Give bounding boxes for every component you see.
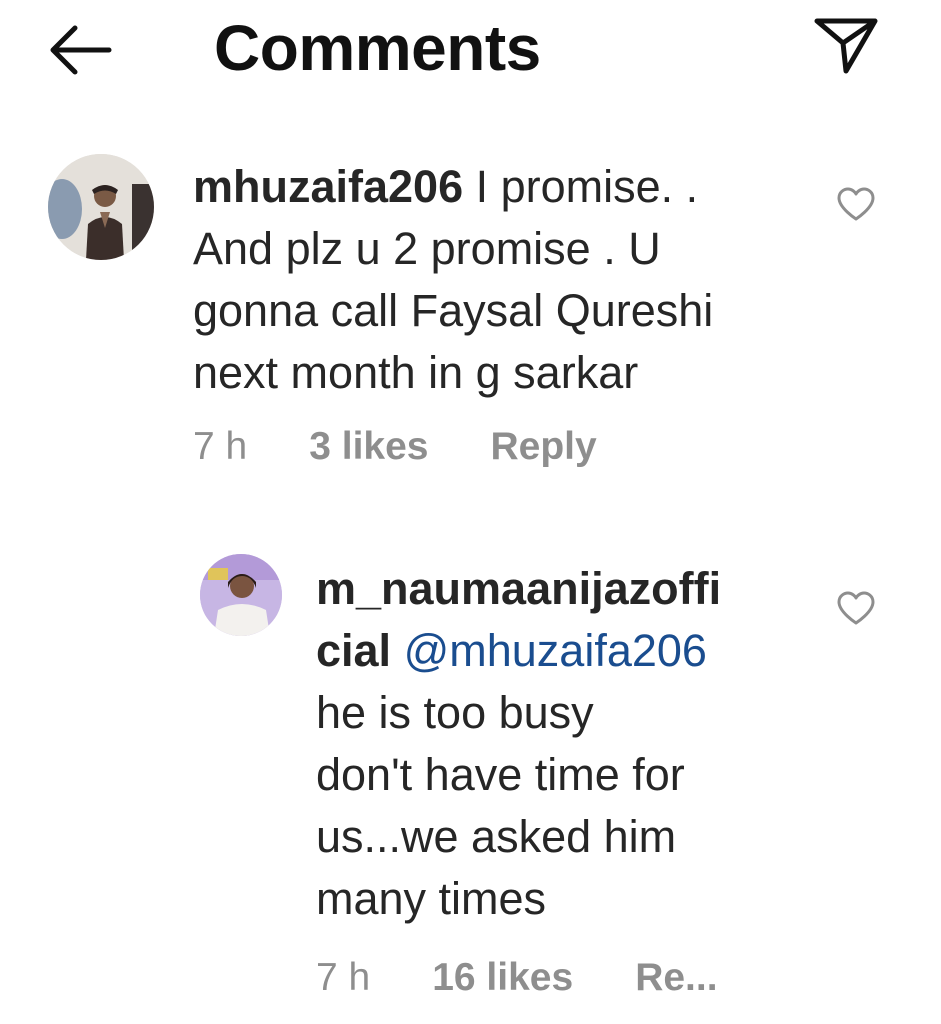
heart-outline-icon (837, 591, 875, 625)
arrow-left-icon (50, 25, 112, 75)
reply-button[interactable]: Re... (635, 956, 717, 1000)
profile-photo (200, 554, 282, 636)
reply-button[interactable]: Reply (491, 425, 597, 469)
paper-plane-icon (814, 18, 878, 74)
heart-outline-icon (837, 187, 875, 221)
comment-text-line: And plz u 2 promise . U (193, 223, 661, 274)
comment-meta: 7 h 3 likes Reply (193, 425, 659, 469)
page-title: Comments (214, 12, 541, 84)
back-button[interactable] (42, 18, 118, 82)
comment-item: mhuzaifa206 I promise. . And plz u 2 pro… (0, 140, 941, 500)
comment-username-continued[interactable]: cial (316, 625, 391, 676)
avatar[interactable] (48, 154, 154, 260)
comment-username[interactable]: mhuzaifa206 (193, 161, 463, 212)
reply-comment-item: m_naumaanijazoffi cial @mhuzaifa206 he i… (0, 548, 941, 1024)
comment-likes[interactable]: 16 likes (432, 956, 573, 1000)
comment-time: 7 h (193, 425, 248, 468)
comment-likes[interactable]: 3 likes (309, 425, 428, 469)
comment-text-line: next month in g sarkar (193, 347, 639, 398)
comment-text-line: he is too busy (316, 687, 594, 738)
comment-text-line: many times (316, 873, 547, 924)
comment-time: 7 h (316, 956, 371, 999)
comment-text: mhuzaifa206 I promise. . And plz u 2 pro… (193, 156, 833, 404)
comment-text-line: gonna call Faysal Qureshi (193, 285, 714, 336)
like-button[interactable] (834, 588, 878, 628)
share-button[interactable] (806, 6, 886, 82)
comments-header: Comments (0, 0, 941, 100)
avatar[interactable] (200, 554, 282, 636)
comment-meta: 7 h 16 likes Re... (316, 956, 780, 1000)
mention-link[interactable]: @mhuzaifa206 (404, 625, 707, 676)
comment-text-line: don't have time for (316, 749, 685, 800)
comment-text-line: us...we asked him (316, 811, 677, 862)
profile-photo (48, 154, 154, 260)
comment-text: m_naumaanijazoffi cial @mhuzaifa206 he i… (316, 558, 816, 930)
like-button[interactable] (834, 184, 878, 224)
comment-username[interactable]: m_naumaanijazoffi (316, 558, 816, 620)
comment-text-line: I promise. . (463, 161, 699, 212)
